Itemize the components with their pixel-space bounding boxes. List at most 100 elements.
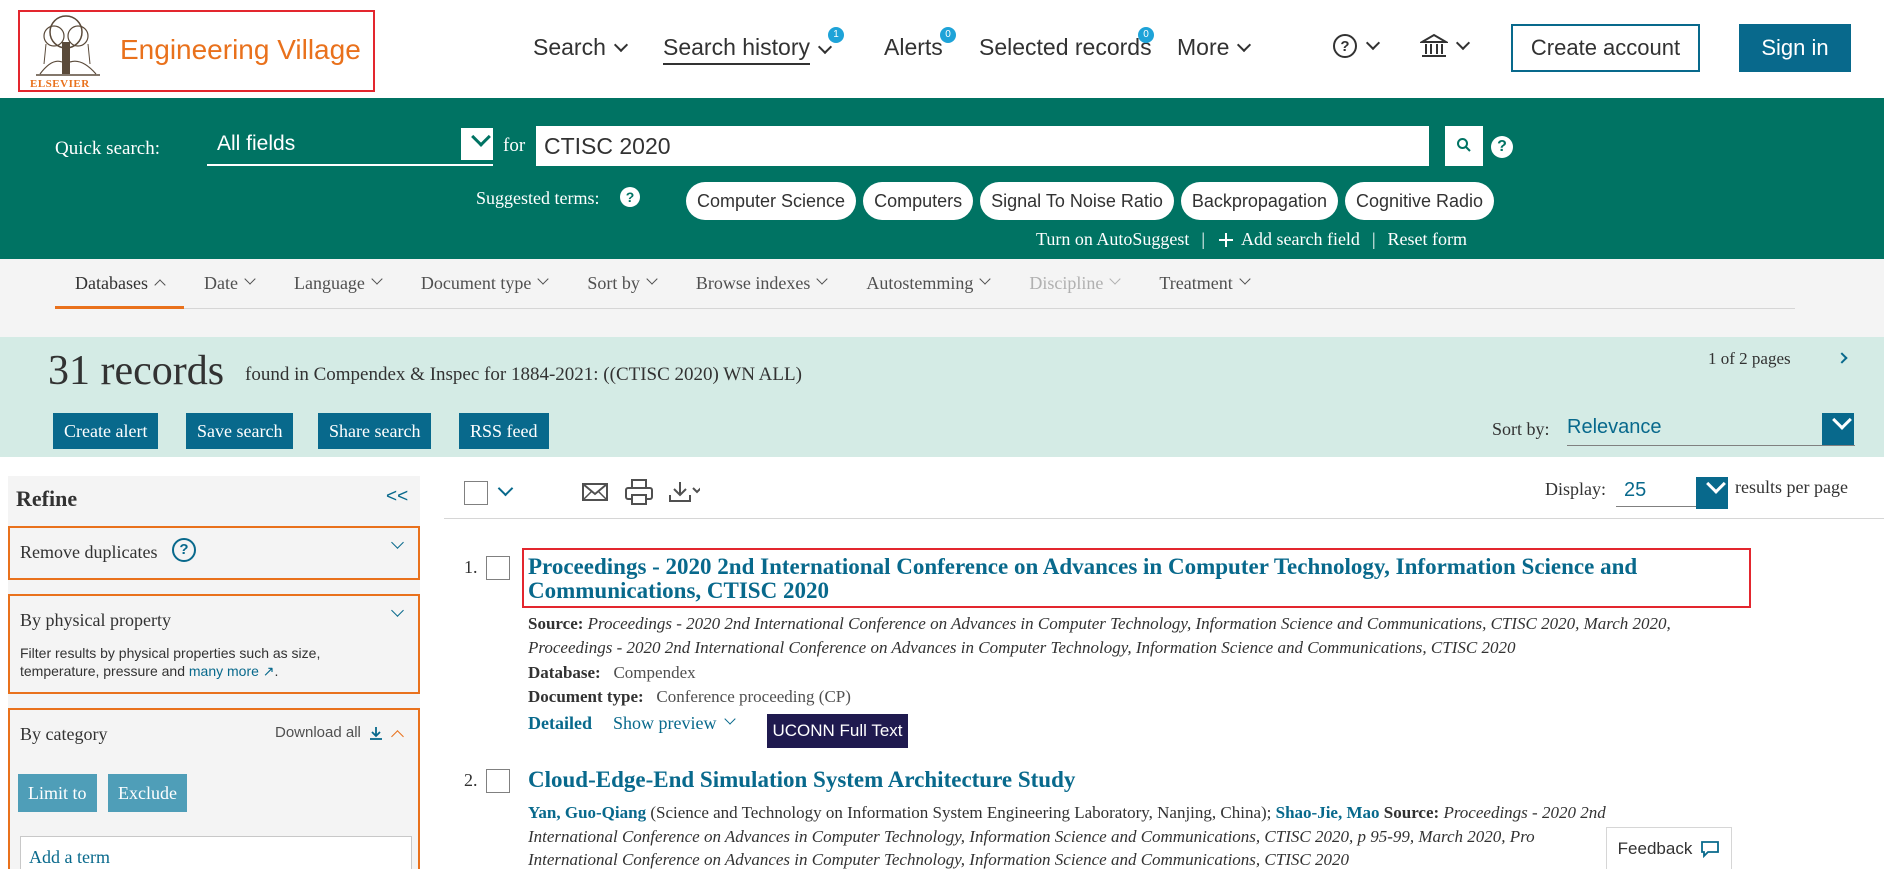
exclude-button[interactable]: Exclude xyxy=(108,774,187,812)
physical-property-title: By physical property xyxy=(20,610,171,630)
results-per-page-label: results per page xyxy=(1735,477,1848,497)
result-authors: Yan, Guo-Qiang (Science and Technology o… xyxy=(528,803,1606,822)
elsevier-wordmark: ELSEVIER xyxy=(30,78,90,90)
suggested-term[interactable]: Computer Science xyxy=(686,182,857,220)
search-help-icon[interactable]: ? xyxy=(1491,136,1513,158)
chevron-down-icon xyxy=(371,273,383,285)
create-alert-button[interactable]: Create alert xyxy=(53,413,159,449)
filter-treatment[interactable]: Treatment xyxy=(1139,259,1268,309)
download-icon[interactable] xyxy=(668,477,700,507)
chat-bubble-icon xyxy=(1701,840,1720,858)
result-checkbox[interactable] xyxy=(486,556,510,580)
search-field-select[interactable]: All fields xyxy=(207,126,493,166)
help-icon[interactable]: ? xyxy=(172,538,196,562)
result-database: Database: Compendex xyxy=(528,663,696,682)
chevron-down-icon xyxy=(497,480,514,497)
chevron-down-icon xyxy=(816,273,829,285)
institution-icon xyxy=(1420,33,1448,57)
chevron-down-icon xyxy=(1237,37,1252,52)
filter-autostemming[interactable]: Autostemming xyxy=(846,259,1009,309)
help-menu[interactable]: ? xyxy=(1332,33,1381,59)
suggested-term[interactable]: Signal To Noise Ratio xyxy=(980,182,1174,220)
add-term-input[interactable]: Add a term xyxy=(20,836,412,869)
many-more-link[interactable]: many more ↗ xyxy=(189,663,275,679)
filter-browse-indexes[interactable]: Browse indexes xyxy=(676,259,846,309)
result-number: 2. xyxy=(464,770,478,790)
sort-dropdown-button[interactable] xyxy=(1822,410,1854,445)
author-link[interactable]: Yan, Guo-Qiang xyxy=(528,803,646,822)
filter-document-type[interactable]: Document type xyxy=(401,259,567,309)
display-label: Display: xyxy=(1545,479,1606,499)
chevron-down-icon xyxy=(391,536,404,549)
email-icon[interactable] xyxy=(579,477,611,507)
filter-date[interactable]: Date xyxy=(184,259,274,309)
chevron-down-icon xyxy=(1455,35,1471,51)
reset-form-link[interactable]: Reset form xyxy=(1388,229,1467,250)
sort-select[interactable]: Relevance xyxy=(1567,414,1855,446)
add-search-field-link[interactable]: Add search field xyxy=(1217,229,1360,250)
suggested-term[interactable]: Computers xyxy=(863,182,974,220)
chevron-down-icon xyxy=(817,39,833,54)
feedback-button[interactable]: Feedback xyxy=(1606,827,1732,869)
show-preview-link[interactable]: Show preview xyxy=(613,713,737,734)
nav-more[interactable]: More xyxy=(1177,34,1252,61)
chevron-down-icon xyxy=(1706,474,1726,494)
quick-search-label: Quick search: xyxy=(55,138,160,159)
institution-menu[interactable] xyxy=(1420,33,1471,59)
search-input[interactable] xyxy=(536,126,1429,166)
nav-selected-records[interactable]: Selected records xyxy=(979,34,1152,61)
filter-language[interactable]: Language xyxy=(274,259,401,309)
collapse-refine-button[interactable]: << xyxy=(386,486,408,508)
logo[interactable]: ELSEVIER Engineering Village xyxy=(18,10,375,92)
chevron-right-icon[interactable] xyxy=(1836,352,1848,364)
limit-to-button[interactable]: Limit to xyxy=(18,774,97,812)
suggested-term[interactable]: Backpropagation xyxy=(1180,182,1338,220)
suggested-terms-list: Computer Science Computers Signal To Noi… xyxy=(686,182,1495,220)
download-all-link[interactable]: Download all xyxy=(275,724,383,741)
suggested-term[interactable]: Cognitive Radio xyxy=(1344,182,1495,220)
filter-databases[interactable]: Databases xyxy=(55,259,184,309)
result-checkbox[interactable] xyxy=(486,769,510,793)
select-options-dropdown[interactable] xyxy=(496,480,514,499)
for-label: for xyxy=(503,135,526,156)
create-account-button[interactable]: Create account xyxy=(1511,24,1700,72)
remove-duplicates-box[interactable]: Remove duplicates ? xyxy=(8,526,420,580)
suggested-help-icon[interactable]: ? xyxy=(620,187,640,207)
author-link[interactable]: Shao-Jie, Mao xyxy=(1276,803,1380,822)
rss-feed-button[interactable]: RSS feed xyxy=(459,413,549,449)
refine-title: Refine xyxy=(16,486,78,511)
chevron-down-icon xyxy=(724,713,737,725)
alerts-badge: 0 xyxy=(940,27,956,43)
detailed-link[interactable]: Detailed xyxy=(528,713,592,734)
quick-search-panel: Quick search: All fields for ? Suggested… xyxy=(0,98,1884,259)
sign-in-button[interactable]: Sign in xyxy=(1739,24,1851,72)
result-title-link[interactable]: Proceedings - 2020 2nd International Con… xyxy=(528,555,1637,603)
print-icon[interactable] xyxy=(623,477,655,507)
display-dropdown-button[interactable] xyxy=(1696,474,1728,509)
save-search-button[interactable]: Save search xyxy=(186,413,294,449)
filter-discipline: Discipline xyxy=(1009,259,1139,309)
nav-alerts[interactable]: Alerts xyxy=(884,34,943,61)
nav-search[interactable]: Search xyxy=(533,34,628,61)
chevron-down-icon xyxy=(1365,35,1381,51)
share-search-button[interactable]: Share search xyxy=(318,413,432,449)
select-all-checkbox[interactable] xyxy=(464,481,488,505)
refine-panel: Refine << Remove duplicates ? By physica… xyxy=(8,476,420,869)
chevron-down-icon xyxy=(1239,273,1251,285)
search-field-dropdown-button[interactable] xyxy=(461,127,493,160)
results-toolbar: Display: 25 results per page xyxy=(444,467,1884,519)
result-title-link[interactable]: Cloud-Edge-End Simulation System Archite… xyxy=(528,768,1075,792)
nav-search-history[interactable]: Search history xyxy=(663,34,833,65)
elsevier-tree-icon xyxy=(36,15,100,76)
category-box: By category Download all Limit to Exclud… xyxy=(8,708,420,869)
search-button[interactable] xyxy=(1445,126,1483,166)
filter-sort-by[interactable]: Sort by xyxy=(567,259,676,309)
filter-bar: Databases Date Language Document type So… xyxy=(0,259,1884,337)
chevron-down-icon xyxy=(646,273,658,285)
chevron-up-icon[interactable] xyxy=(391,730,404,743)
physical-property-box[interactable]: By physical property Filter results by p… xyxy=(8,594,420,694)
full-text-button[interactable]: UCONN Full Text xyxy=(767,714,908,748)
help-icon: ? xyxy=(1333,34,1357,58)
autosuggest-link[interactable]: Turn on AutoSuggest xyxy=(1036,229,1189,250)
svg-text:?: ? xyxy=(1340,38,1349,55)
